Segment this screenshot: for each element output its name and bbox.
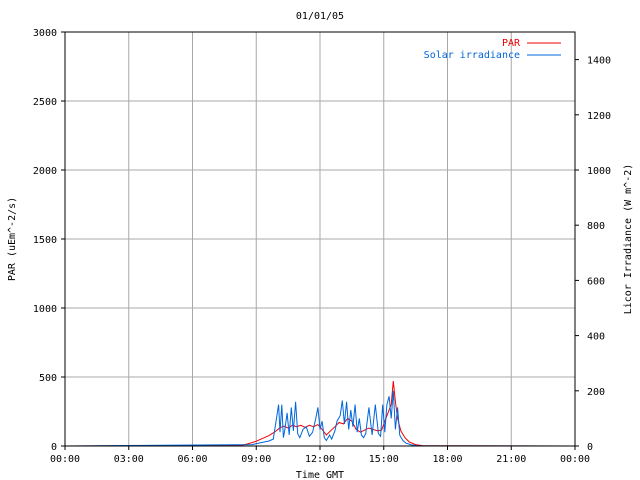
chart-title: 01/01/05 [296,11,344,22]
left-y-tick-label: 0 [51,442,57,453]
x-axis-ticks: 00:00 03:00 06:00 09:00 12:00 15:00 18:00 21:00… [50,446,590,465]
right-y-tick-label: 0 [587,442,593,453]
right-y-tick-label: 1200 [587,111,611,122]
legend: PARSolar irradiance [424,38,561,61]
legend-label: Solar irradiance [424,50,520,61]
x-tick-label: 12:00 [305,454,335,465]
x-tick-label: 00:00 [50,454,80,465]
x-tick-label: 18:00 [432,454,462,465]
x-tick-label: 21:00 [496,454,526,465]
right-y-tick-label: 1400 [587,56,611,67]
x-tick-label: 00:00 [560,454,590,465]
right-y-tick-label: 1000 [587,166,611,177]
grid [65,32,575,446]
left-y-tick-label: 1500 [33,235,57,246]
right-y-axis-ticks: 0 200 400 600 800 1000 1200 1400 [575,56,611,453]
x-tick-label: 03:00 [114,454,144,465]
right-y-tick-label: 400 [587,332,605,343]
right-y-tick-label: 200 [587,387,605,398]
x-axis-label: Time GMT [296,470,344,480]
right-y-tick-label: 800 [587,221,605,232]
left-y-tick-label: 500 [39,373,57,384]
x-tick-label: 09:00 [241,454,271,465]
left-y-tick-label: 2000 [33,166,57,177]
par-irradiance-chart: 01/01/05 00:00 03:00 06:00 09:00 12:00 15:00 1… [7,11,634,480]
chart-window: 01/01/05 00:00 03:00 06:00 09:00 12:00 15:00 1… [0,0,640,480]
left-y-tick-label: 3000 [33,28,57,39]
left-y-axis-ticks: 0 500 1000 1500 2000 2500 3000 [33,28,65,453]
legend-label: PAR [502,38,521,49]
left-y-tick-label: 1000 [33,304,57,315]
right-y-tick-label: 600 [587,276,605,287]
x-tick-label: 06:00 [177,454,207,465]
left-y-axis-label: PAR (uEm^-2/s) [7,197,18,281]
x-tick-label: 15:00 [369,454,399,465]
right-y-axis-label: Licor Irradiance (W m^-2) [623,164,634,315]
left-y-tick-label: 2500 [33,97,57,108]
